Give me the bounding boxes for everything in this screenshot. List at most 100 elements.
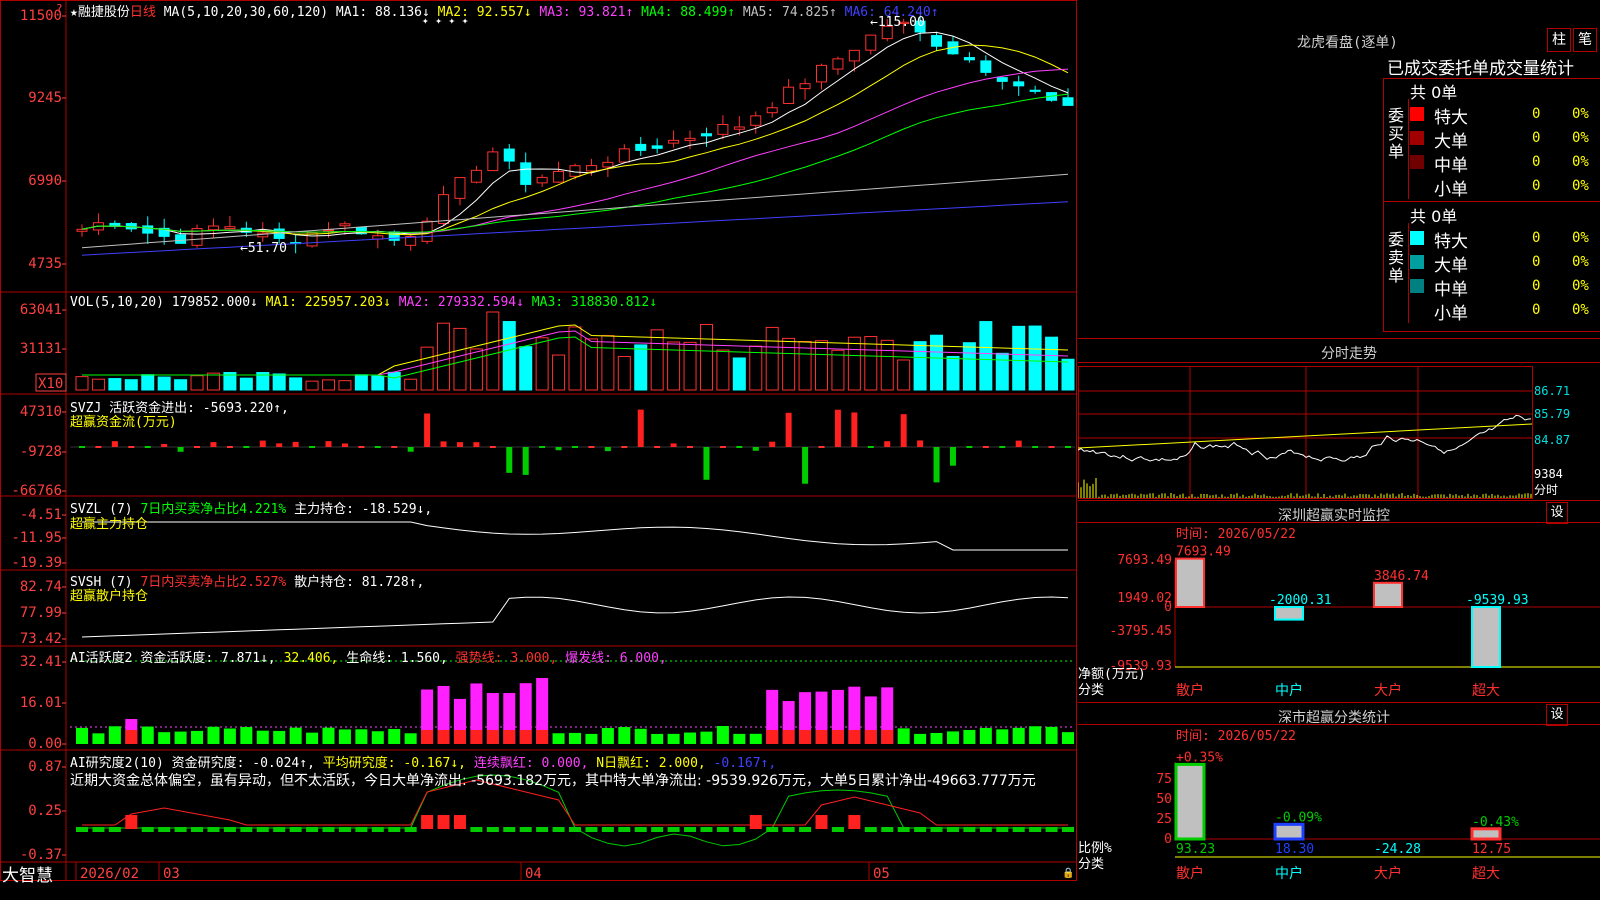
volume-bar bbox=[880, 339, 894, 391]
svzj-bar bbox=[161, 443, 168, 447]
svzj-bar bbox=[456, 442, 463, 447]
sz1-chart: 时间: 2026/05/227693.491949.020-3795.45-95… bbox=[1078, 527, 1600, 699]
ai1-bar bbox=[1062, 732, 1074, 744]
ai2-bar bbox=[404, 827, 417, 832]
ai2-bar bbox=[141, 827, 154, 832]
vol-tick-label: 31131 bbox=[20, 341, 62, 357]
date-label: 05 bbox=[873, 866, 890, 882]
ai2-bar bbox=[848, 815, 861, 829]
ai2-bar bbox=[881, 827, 894, 832]
svzj-bar bbox=[407, 447, 414, 452]
lhb-sell-row-label: 中单 bbox=[1434, 280, 1468, 300]
sz1-bar-label: -2000.31 bbox=[1269, 593, 1332, 608]
ai2-bar bbox=[864, 827, 877, 832]
stock-name[interactable]: 融捷股份 bbox=[78, 5, 130, 20]
volume-bar bbox=[650, 329, 664, 391]
right-divider bbox=[1078, 362, 1600, 363]
lhb-title: 龙虎看盘(逐单) bbox=[1297, 35, 1398, 51]
ai2-bar bbox=[306, 827, 319, 832]
svzj-dash bbox=[736, 446, 743, 448]
lhb-tick-button[interactable]: 笔 bbox=[1573, 28, 1597, 52]
ai1-bar bbox=[240, 727, 253, 744]
volume-bar bbox=[699, 323, 713, 391]
svzj-dash bbox=[687, 446, 694, 448]
ai1-t1: 资金活跃度: 7.871↓, bbox=[140, 651, 276, 666]
svzj-bar bbox=[851, 412, 858, 447]
sz2-xlabel: 分类 bbox=[1078, 857, 1104, 872]
lhb-buy-color-swatch bbox=[1410, 131, 1424, 145]
fs-title: 分时走势 bbox=[1321, 346, 1377, 362]
svzj-dash bbox=[999, 446, 1006, 448]
svzj-bar bbox=[555, 447, 562, 451]
fs-tick-label: 85.79 bbox=[1534, 407, 1570, 421]
ma-value: MA1: 88.136↓ bbox=[335, 5, 430, 20]
volume-bar bbox=[601, 335, 615, 391]
ai2-bar bbox=[799, 827, 812, 832]
ai1-bar bbox=[601, 728, 614, 744]
ai1-bar bbox=[996, 729, 1009, 744]
svzj-dash bbox=[818, 446, 825, 448]
svsh-text1: 7日内买卖净占比2.527% bbox=[140, 575, 287, 590]
svzj-bar bbox=[522, 447, 529, 475]
ai2-bar bbox=[831, 827, 844, 832]
vol-unit-label: X10 bbox=[38, 376, 63, 392]
ai2-bar bbox=[519, 827, 532, 832]
volume-bar bbox=[535, 337, 549, 391]
svzj-dash bbox=[654, 446, 661, 448]
sz1-cat-label: 散户 bbox=[1176, 682, 1204, 699]
ai1-tick-label: 0.00 bbox=[28, 736, 62, 752]
candle-body bbox=[996, 77, 1008, 82]
fs-tick-label: 84.87 bbox=[1534, 433, 1570, 447]
candle-body bbox=[224, 226, 236, 230]
svzj-dash bbox=[539, 446, 546, 448]
ai1-bar-base bbox=[486, 730, 499, 744]
svzj-bar bbox=[785, 412, 792, 447]
ai2-bar bbox=[716, 827, 729, 832]
ai1-bar bbox=[716, 726, 729, 744]
svzj-bar bbox=[473, 442, 480, 447]
svzj-bar bbox=[1015, 440, 1022, 447]
sz1-cat-label: 超大 bbox=[1472, 683, 1500, 699]
candle-body bbox=[76, 228, 88, 232]
volume-bar bbox=[584, 338, 598, 391]
ma-value: MA6: 64.240↑ bbox=[836, 5, 939, 20]
ai1-t2: 32.406, bbox=[283, 651, 339, 666]
ai2-bar bbox=[684, 827, 697, 832]
ai2-bar bbox=[585, 827, 598, 832]
ai1-header: AI活跃度2 资金活跃度: 7.871↓, 32.406, 生命线: 1.560… bbox=[70, 647, 667, 666]
volume-bar bbox=[338, 380, 352, 391]
candle-body bbox=[142, 225, 154, 234]
sz2-tick-label: 50 bbox=[1156, 792, 1172, 807]
right-divider bbox=[1078, 702, 1600, 703]
ma-value: MA5: 74.825↑ bbox=[735, 5, 837, 20]
ai1-bar-base bbox=[815, 730, 828, 744]
intraday-chart[interactable]: 86.71 85.79 84.87 9384 分时 bbox=[1078, 366, 1600, 501]
low-price-label: ←51.70 bbox=[240, 241, 287, 256]
svzj-dash bbox=[719, 446, 726, 448]
period-label[interactable]: 日线 bbox=[130, 5, 156, 20]
lhb-buy-color-swatch bbox=[1410, 155, 1424, 169]
lhb-row-divider bbox=[1408, 99, 1409, 199]
svzj-tick-label: -9728 bbox=[20, 444, 62, 460]
volume-bar bbox=[239, 377, 253, 391]
candle-body bbox=[1062, 97, 1074, 106]
lhb-sell-row-pct: 0% bbox=[1572, 230, 1589, 246]
lhb-bar-button[interactable]: 柱 bbox=[1547, 28, 1571, 52]
volume-bar bbox=[831, 349, 845, 391]
ai1-bar bbox=[273, 730, 286, 744]
candle-body bbox=[684, 137, 696, 141]
ma-line-60 bbox=[81, 173, 1069, 249]
sz1-tick-label: 0 bbox=[1164, 600, 1172, 615]
date-label: 2026/02 bbox=[80, 866, 139, 882]
sz2-value-label: 12.75 bbox=[1472, 842, 1511, 857]
ai1-bar bbox=[141, 726, 154, 744]
svzj-tick-label: 47310 bbox=[20, 404, 62, 420]
svsh-tick-label: 77.99 bbox=[20, 605, 62, 621]
sz2-time: 时间: 2026/05/22 bbox=[1176, 729, 1296, 744]
ai1-t4: 强势线: 3.000, bbox=[455, 651, 558, 666]
candle-body bbox=[980, 60, 992, 73]
volume-bar bbox=[962, 342, 976, 391]
ai2-bar bbox=[1029, 827, 1042, 832]
ai2-bar bbox=[601, 827, 614, 832]
volume-bar bbox=[469, 348, 483, 391]
